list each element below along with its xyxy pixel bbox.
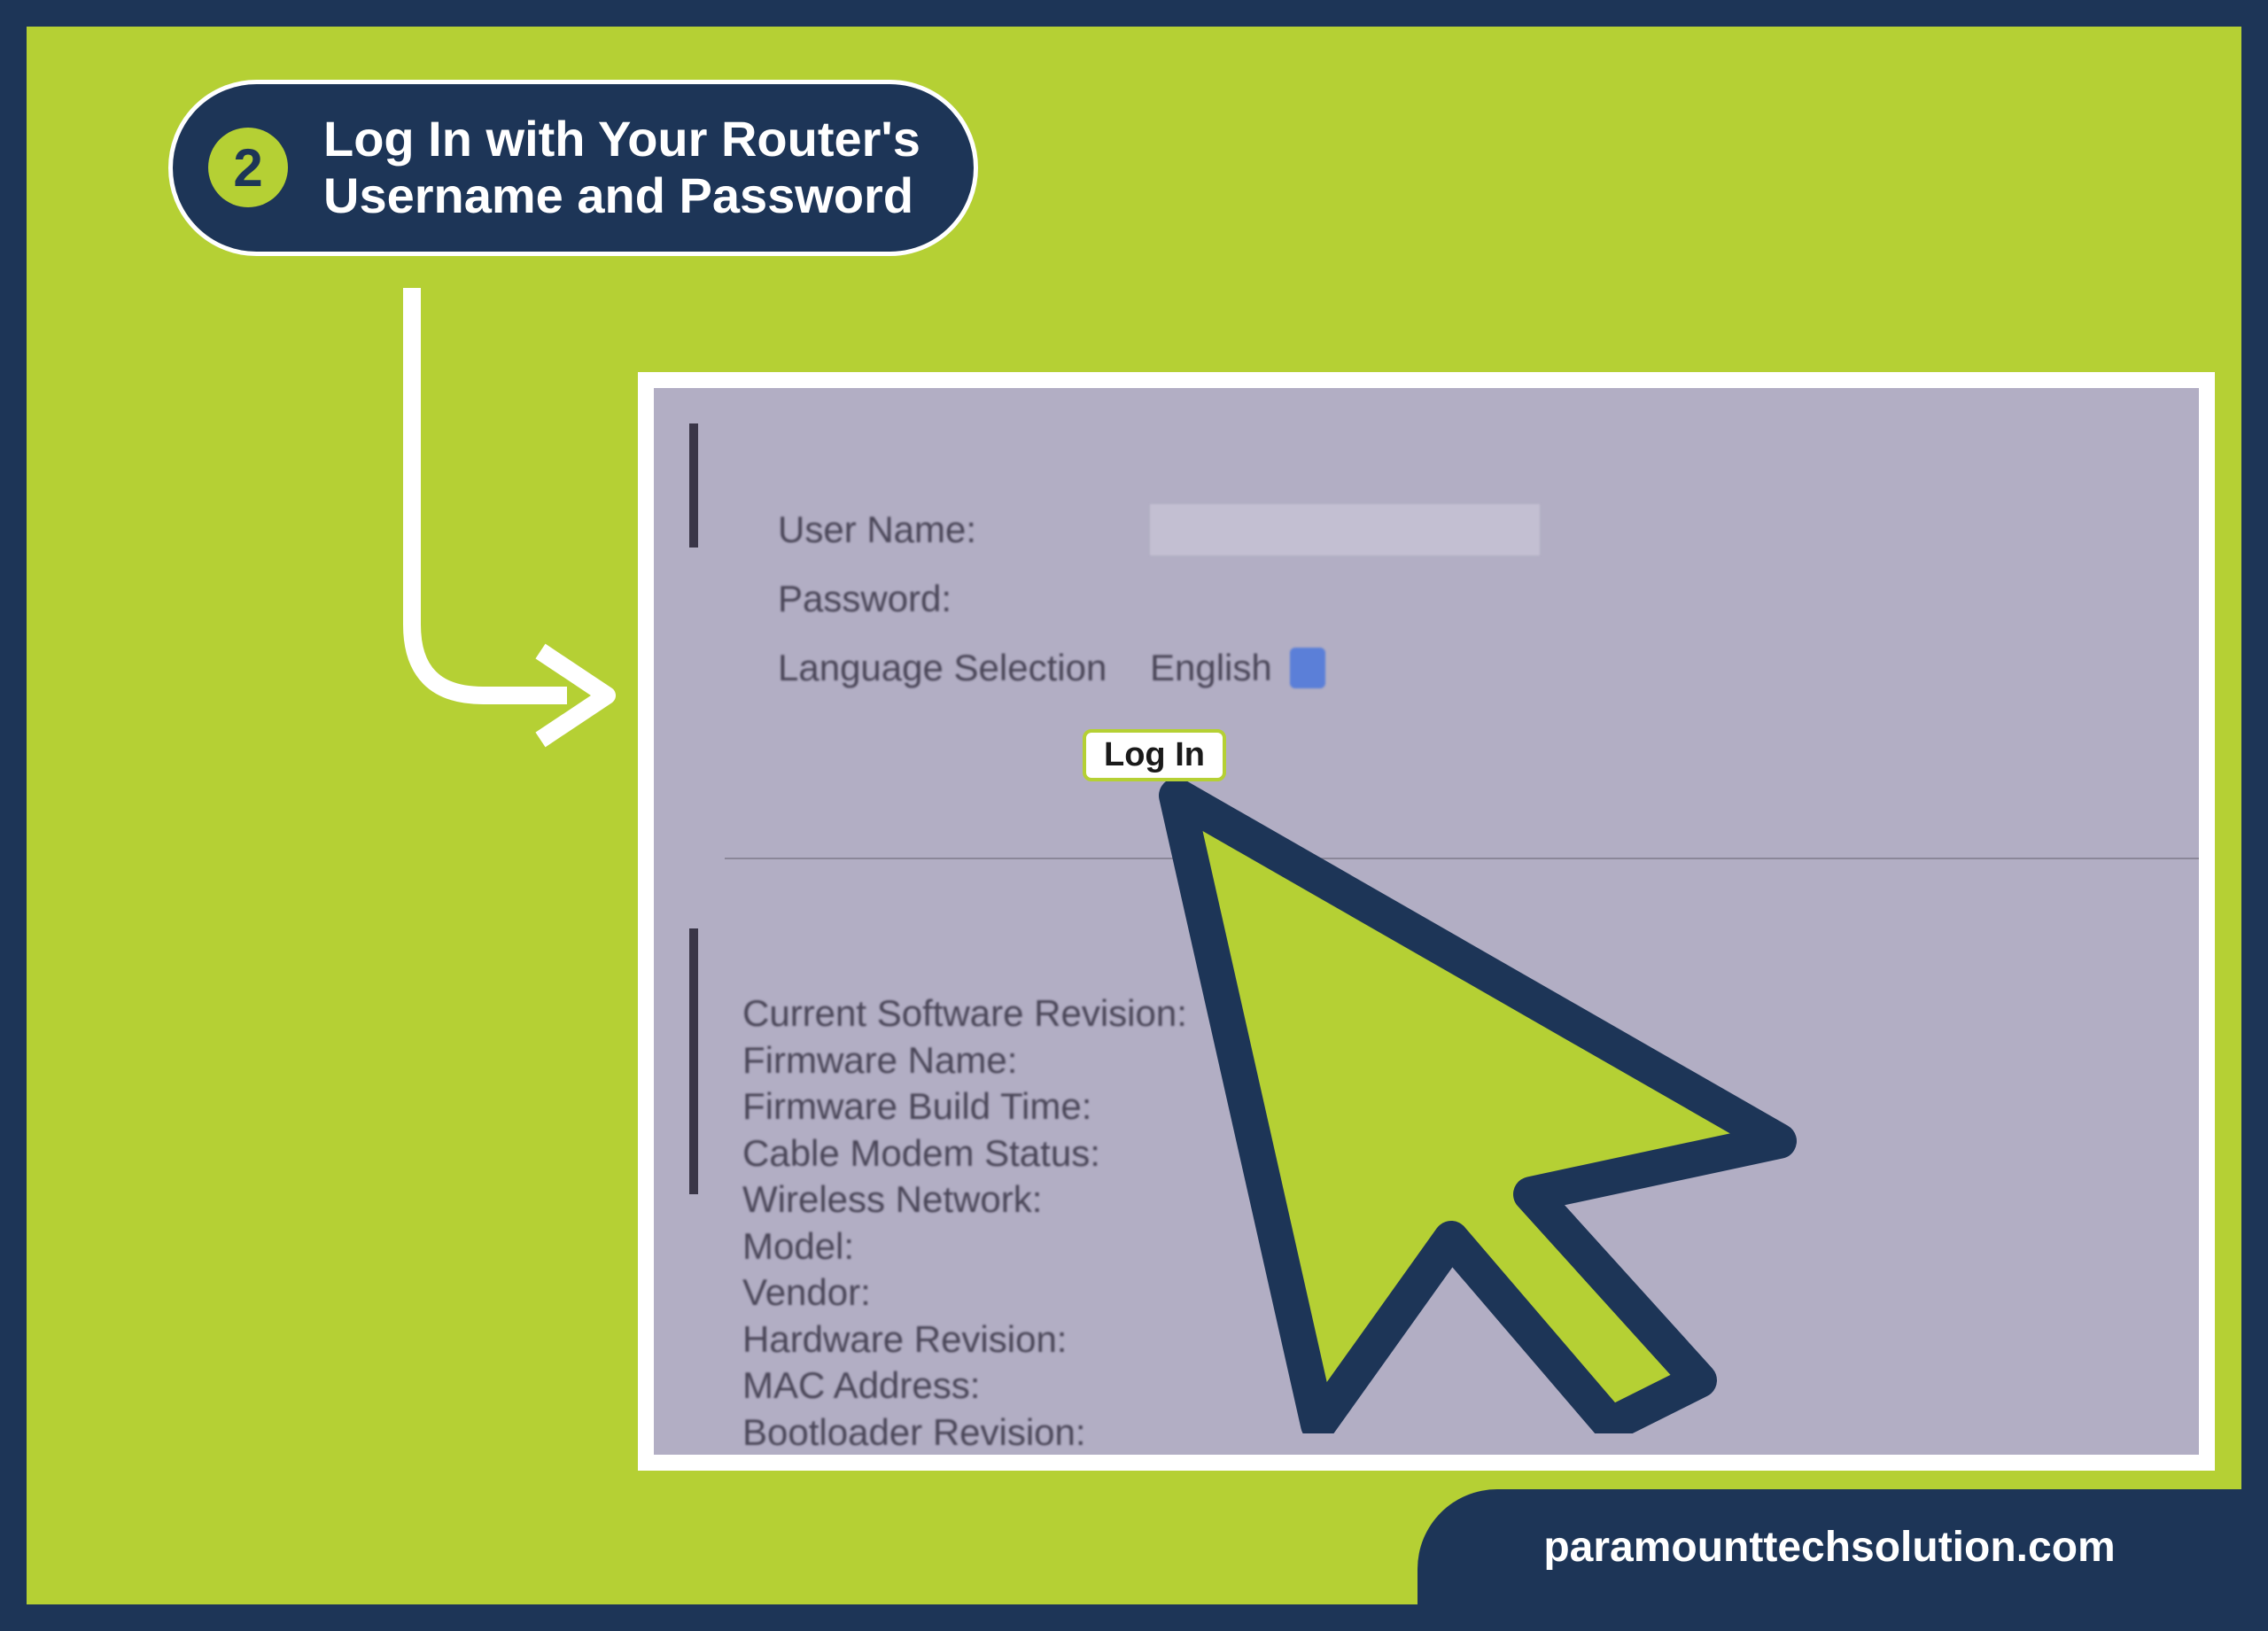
login-button[interactable]: Log In [1083,729,1226,781]
decorative-stripe [689,423,698,548]
content-background: 2 Log In with Your Router's Username and… [27,27,2241,1604]
language-label: Language Selection [778,647,1150,689]
info-label: Bootloader Revision: [742,1410,1187,1456]
language-value: English [1150,647,1272,689]
footer-banner: paramounttechsolution.com [1418,1489,2241,1604]
step-title: Log In with Your Router's Username and P… [323,111,920,225]
decorative-stripe [689,928,698,1194]
screenshot-frame: User Name: Password: Language Selection … [638,372,2215,1471]
username-label: User Name: [778,509,1150,551]
step-title-line2: Username and Password [323,167,913,223]
info-label: Wireless Network: [742,1177,1187,1223]
step-number: 2 [233,137,262,198]
info-label: Firmware Build Time: [742,1083,1187,1130]
info-label: Hardware Revision: [742,1316,1187,1363]
router-info-section: Current Software Revision: Firmware Name… [742,990,1187,1455]
step-title-line1: Log In with Your Router's [323,111,920,167]
info-label: Vendor: [742,1270,1187,1316]
router-admin-screenshot: User Name: Password: Language Selection … [654,388,2199,1455]
username-input[interactable] [1150,504,1540,555]
footer-domain: paramounttechsolution.com [1543,1523,2115,1572]
info-label: MAC Address: [742,1363,1187,1410]
step-badge: 2 Log In with Your Router's Username and… [168,80,978,256]
password-label: Password: [778,578,1150,620]
dropdown-icon[interactable] [1290,648,1325,688]
info-label: Model: [742,1223,1187,1270]
language-select[interactable]: English [1150,647,1325,689]
info-label: Current Software Revision: [742,990,1187,1037]
cursor-pointer-icon [1150,769,1814,1433]
info-label: Cable Modem Status: [742,1130,1187,1177]
connector-arrow-icon [363,288,629,766]
info-label: Firmware Name: [742,1037,1187,1084]
outer-frame: 2 Log In with Your Router's Username and… [0,0,2268,1631]
step-number-circle: 2 [208,128,288,207]
